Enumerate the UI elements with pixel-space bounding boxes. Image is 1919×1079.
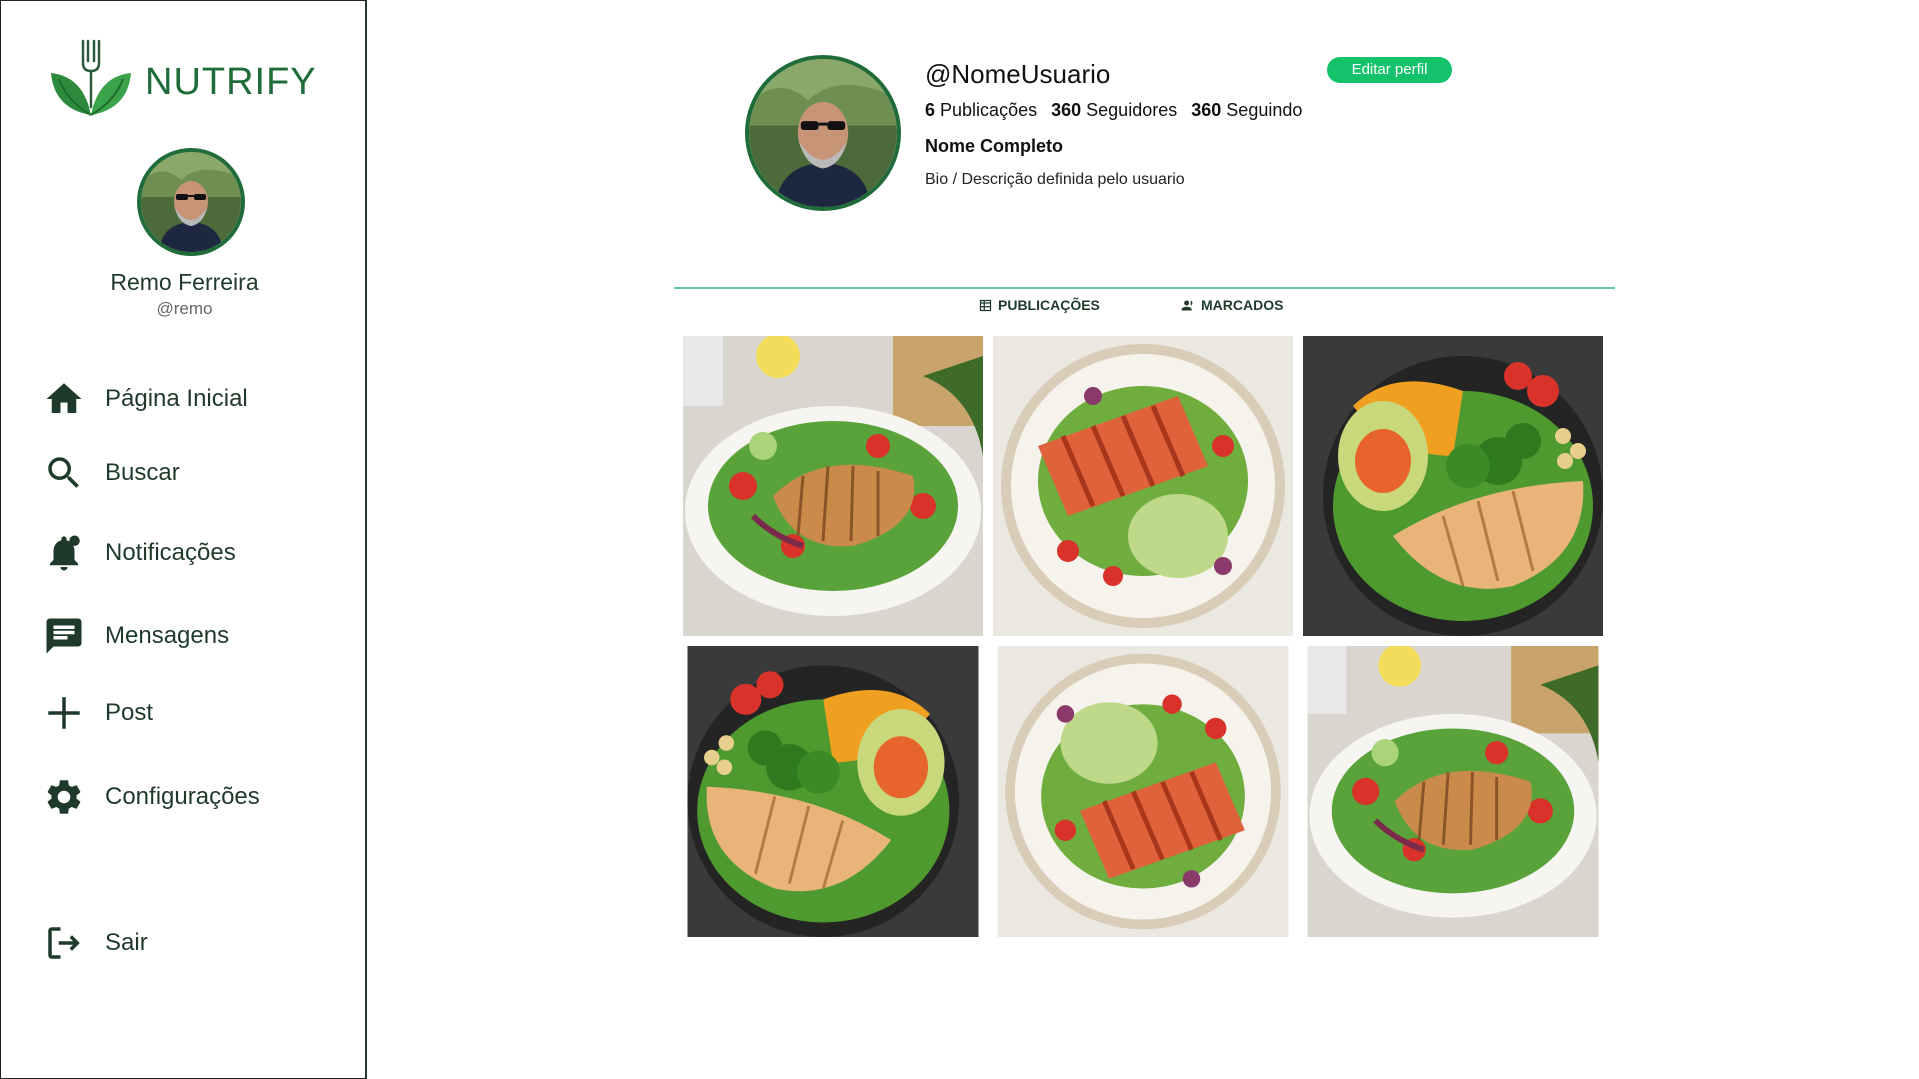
sidebar-item-label: Notificações: [105, 539, 236, 566]
grid-icon: [979, 299, 992, 311]
sidebar-item-home[interactable]: Página Inicial: [41, 374, 341, 424]
edit-profile-button[interactable]: Editar perfil: [1327, 57, 1452, 83]
sidebar-item-label: Buscar: [105, 459, 180, 486]
sidebar-item-messages[interactable]: Mensagens: [41, 611, 341, 661]
post-thumbnail[interactable]: [993, 646, 1293, 937]
profile-stats: 6 Publicações 360 Seguidores 360 Seguind…: [925, 100, 1302, 121]
posts-label: Publicações: [940, 100, 1038, 120]
sidebar-avatar[interactable]: [137, 148, 245, 256]
avatar-photo: [141, 152, 241, 252]
logout-button[interactable]: Sair: [41, 918, 341, 968]
food-photo: [683, 336, 983, 636]
following-label: Seguindo: [1226, 100, 1303, 120]
profile-username: @NomeUsuario: [925, 59, 1111, 89]
tab-label: MARCADOS: [1201, 297, 1284, 313]
sidebar: NUTRIFY Remo Ferreira @remo Página Inici…: [0, 0, 367, 1079]
post-thumbnail[interactable]: [683, 646, 983, 937]
food-photo: [1303, 646, 1603, 937]
following-stat[interactable]: 360 Seguindo: [1191, 100, 1302, 121]
post-thumbnail[interactable]: [993, 336, 1293, 636]
sidebar-user-name: Remo Ferreira: [110, 269, 259, 295]
plus-icon: [41, 690, 87, 736]
sidebar-item-label: Configurações: [105, 783, 260, 810]
people-icon: [1181, 300, 1193, 310]
logout-icon: [41, 920, 87, 966]
profile-avatar[interactable]: [745, 55, 901, 211]
gear-icon: [41, 774, 87, 820]
sidebar-item-label: Página Inicial: [105, 385, 248, 412]
post-thumbnail[interactable]: [1303, 646, 1603, 937]
following-count: 360: [1191, 100, 1222, 120]
posts-count: 6: [925, 100, 936, 120]
tab-tagged[interactable]: MARCADOS: [1181, 297, 1283, 313]
followers-count: 360: [1051, 100, 1082, 120]
sidebar-item-settings[interactable]: Configurações: [41, 772, 341, 822]
bell-icon: [41, 530, 87, 576]
sidebar-item-label: Post: [105, 699, 154, 726]
tab-publications[interactable]: PUBLICAÇÕES: [978, 297, 1100, 313]
home-icon: [41, 376, 87, 422]
posts-stat[interactable]: 6 Publicações: [925, 100, 1037, 121]
food-photo: [683, 646, 983, 937]
post-thumbnail[interactable]: [683, 336, 983, 636]
sidebar-item-notifications[interactable]: Notificações: [41, 528, 341, 578]
logout-label: Sair: [105, 929, 148, 956]
food-photo: [1303, 336, 1603, 636]
sidebar-item-post[interactable]: Post: [41, 688, 341, 738]
sidebar-user-handle: @remo: [156, 299, 213, 318]
food-photo: [993, 336, 1293, 636]
followers-label: Seguidores: [1086, 100, 1178, 120]
sidebar-item-search[interactable]: Buscar: [41, 448, 341, 498]
leaf-fork-logo-icon: [51, 39, 131, 116]
profile-full-name: Nome Completo: [925, 136, 1064, 156]
profile-bio: Bio / Descrição definida pelo usuario: [925, 171, 1185, 188]
message-icon: [41, 613, 87, 659]
avatar-photo: [749, 59, 897, 207]
search-icon: [41, 450, 87, 496]
post-thumbnail[interactable]: [1303, 336, 1603, 636]
sidebar-item-label: Mensagens: [105, 622, 230, 649]
app-logo[interactable]: NUTRIFY: [47, 37, 317, 123]
tab-label: PUBLICAÇÕES: [998, 297, 1100, 313]
app-name: NUTRIFY: [145, 60, 317, 103]
food-photo: [993, 646, 1293, 937]
followers-stat[interactable]: 360 Seguidores: [1051, 100, 1177, 121]
tabs-divider: [674, 287, 1615, 289]
